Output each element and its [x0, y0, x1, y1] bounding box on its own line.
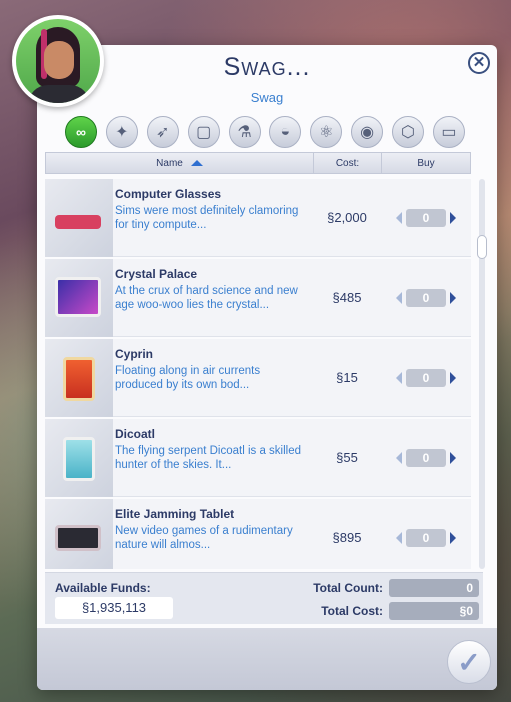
list-item[interactable]: Elite Jamming Tablet New video games of a…	[45, 499, 471, 569]
item-cost: §2,000	[327, 210, 367, 225]
dialog-subtitle: Swag	[250, 90, 284, 105]
total-cost-label: Total Cost:	[321, 604, 383, 618]
category-glasses-icon[interactable]: ◒	[269, 116, 302, 148]
glasses-image	[55, 215, 101, 229]
item-list: Computer Glasses Sims were most definitel…	[45, 179, 471, 569]
item-description: Floating along in air currents produced …	[115, 365, 261, 391]
category-filter-bar: ∞ ✦ ➶ ▢ ⚗ ◒ ⚛ ◉ ⬡ ▭	[65, 115, 465, 149]
available-funds-label: Available Funds:	[55, 581, 151, 595]
item-name: Crystal Palace	[115, 267, 198, 281]
increase-qty-icon[interactable]	[450, 451, 456, 464]
category-plate-icon[interactable]: ◉	[351, 116, 384, 148]
item-cost: §55	[336, 450, 358, 465]
category-rocket-icon[interactable]: ➶	[146, 116, 179, 148]
qty-field[interactable]: 0	[406, 288, 446, 307]
list-item[interactable]: Cyprin Floating along in air currents pro…	[45, 339, 471, 417]
decrease-qty-icon[interactable]	[396, 531, 402, 544]
item-thumbnail	[45, 259, 113, 337]
item-thumbnail	[45, 339, 113, 417]
column-header: Name Cost: Buy	[45, 152, 471, 174]
dialog-title: Swag...	[223, 53, 311, 81]
category-can-icon[interactable]: ▭	[432, 116, 465, 148]
item-thumbnail	[45, 179, 113, 257]
item-thumbnail	[45, 419, 113, 497]
category-atom-icon[interactable]: ⚛	[310, 116, 343, 148]
total-count-value: 0	[389, 579, 479, 597]
category-mascot-icon[interactable]: ✦	[105, 116, 138, 148]
item-description: The flying serpent Dicoatl is a skilled …	[115, 445, 301, 471]
increase-qty-icon[interactable]	[450, 371, 456, 384]
available-funds-value: §1,935,113	[55, 597, 173, 619]
total-count-label: Total Count:	[313, 581, 383, 595]
cyprin-card-image	[63, 357, 95, 401]
scroll-thumb[interactable]	[477, 235, 487, 259]
increase-qty-icon[interactable]	[450, 211, 456, 224]
shop-dialog: Swag... Swag ✕ ∞ ✦ ➶ ▢ ⚗ ◒ ⚛ ◉ ⬡ ▭ Name …	[37, 45, 497, 690]
increase-qty-icon[interactable]	[450, 531, 456, 544]
confirm-button[interactable]: ✓	[447, 640, 491, 684]
dicoatl-card-image	[63, 437, 95, 481]
list-item[interactable]: Computer Glasses Sims were most definitel…	[45, 179, 471, 257]
sort-ascending-icon	[190, 160, 203, 166]
decrease-qty-icon[interactable]	[396, 211, 402, 224]
category-all-icon[interactable]: ∞	[65, 116, 97, 148]
item-description: At the crux of hard science and new age …	[115, 285, 298, 311]
item-description: Sims were most definitely clamoring for …	[115, 205, 299, 231]
category-box-icon[interactable]: ⬡	[392, 116, 424, 148]
sort-by-name-header[interactable]: Name	[46, 153, 314, 173]
decrease-qty-icon[interactable]	[396, 451, 402, 464]
item-cost: §895	[332, 530, 362, 545]
buy-header: Buy	[417, 157, 435, 169]
qty-field[interactable]: 0	[406, 208, 446, 227]
crystal-palace-image	[55, 277, 101, 317]
item-name: Dicoatl	[115, 427, 156, 441]
item-cost: §485	[332, 290, 362, 305]
category-microscope-icon[interactable]: ⚗	[228, 116, 261, 148]
cost-header[interactable]: Cost:	[314, 153, 382, 173]
list-item[interactable]: Dicoatl The flying serpent Dicoatl is a s…	[45, 419, 471, 497]
dialog-footer: ✓	[37, 628, 497, 690]
tablet-image	[55, 525, 101, 551]
total-cost-value: §0	[389, 602, 479, 620]
list-scrollbar[interactable]	[477, 179, 487, 569]
increase-qty-icon[interactable]	[450, 291, 456, 304]
category-frame-icon[interactable]: ▢	[187, 116, 220, 148]
close-button[interactable]: ✕	[468, 52, 490, 74]
qty-field[interactable]: 0	[406, 528, 446, 547]
checkmark-icon: ✓	[457, 646, 481, 678]
qty-field[interactable]: 0	[406, 448, 446, 467]
qty-field[interactable]: 0	[406, 368, 446, 387]
item-thumbnail	[45, 499, 113, 569]
item-name: Elite Jamming Tablet	[115, 507, 235, 521]
item-name: Cyprin	[115, 347, 154, 361]
totals-panel: Available Funds: §1,935,113 Total Count:…	[45, 572, 483, 624]
sim-avatar	[12, 15, 104, 107]
decrease-qty-icon[interactable]	[396, 291, 402, 304]
item-cost: §15	[336, 370, 358, 385]
item-name: Computer Glasses	[115, 187, 222, 201]
item-description: New video games of a rudimentary nature …	[115, 525, 293, 551]
close-icon: ✕	[472, 54, 486, 71]
list-item[interactable]: Crystal Palace At the crux of hard scienc…	[45, 259, 471, 337]
decrease-qty-icon[interactable]	[396, 371, 402, 384]
